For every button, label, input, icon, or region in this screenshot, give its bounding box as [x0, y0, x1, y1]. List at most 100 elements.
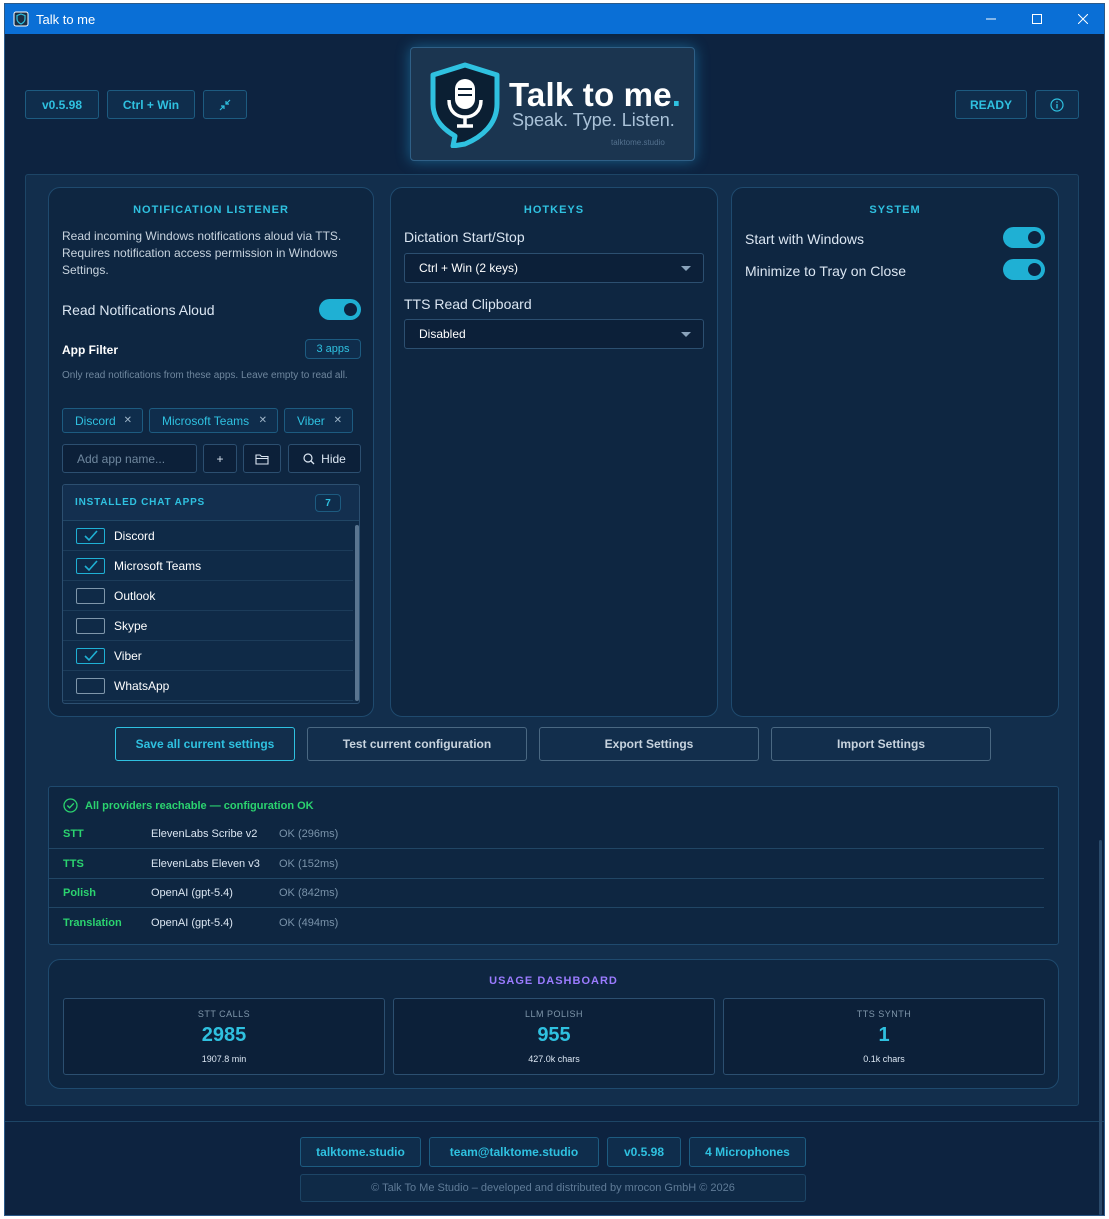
footer-email-link[interactable]: team@talktome.studio [429, 1137, 599, 1167]
app-name: Skype [114, 618, 148, 633]
stat-label: LLM POLISH [524, 1009, 584, 1019]
version-chip[interactable]: v0.5.98 [25, 90, 99, 119]
installed-apps-header: INSTALLED CHAT APPS 7 [63, 485, 359, 521]
tag-label: Microsoft Teams [162, 413, 250, 428]
hotkeys-panel: HOTKEYS Dictation Start/Stop Ctrl + Win … [390, 187, 718, 717]
folder-icon [255, 453, 269, 465]
logo-title: Talk to me. [509, 76, 682, 113]
tts-clipboard-label: TTS Read Clipboard [404, 296, 532, 312]
test-configuration-button[interactable]: Test current configuration [307, 727, 527, 761]
dictation-hotkey-value: Ctrl + Win (2 keys) [419, 261, 519, 275]
status-result: OK (152ms) [279, 858, 339, 870]
start-with-windows-toggle[interactable] [1003, 227, 1045, 248]
stat-label: TTS SYNTH [856, 1009, 912, 1019]
add-app-input[interactable]: Add app name... [62, 444, 197, 473]
app-name: Microsoft Teams [114, 558, 202, 573]
checkbox-checked[interactable] [76, 647, 105, 664]
hide-button-label: Hide [321, 451, 346, 466]
chevron-down-icon [681, 332, 691, 337]
check-circle-icon [63, 798, 78, 813]
checkbox-checked[interactable] [76, 527, 105, 544]
provider-status-panel: All providers reachable — configuration … [48, 786, 1059, 945]
remove-tag-icon[interactable]: ✕ [124, 415, 132, 426]
tag-label: Viber [297, 413, 325, 428]
stat-value: 1 [878, 1024, 890, 1046]
footer-microphones-chip[interactable]: 4 Microphones [689, 1137, 806, 1167]
export-settings-button[interactable]: Export Settings [539, 727, 759, 761]
stat-sub: 427.0k chars [528, 1054, 580, 1064]
tag-discord: Discord ✕ [62, 408, 143, 433]
app-name: Viber [114, 648, 142, 663]
remove-tag-icon[interactable]: ✕ [334, 415, 342, 426]
search-icon [303, 452, 315, 464]
app-window: Talk to me v0.5.98 Ctrl + Win READY Talk… [4, 3, 1105, 1216]
status-row-translation: Translation OpenAI (gpt-5.4) OK (494ms) [49, 908, 1044, 938]
stat-value: 2985 [201, 1024, 247, 1046]
status-provider: OpenAI (gpt-5.4) [151, 887, 233, 899]
stat-tts-synth: TTS SYNTH 1 0.1k chars [723, 998, 1045, 1075]
stat-sub: 1907.8 min [201, 1054, 247, 1064]
window-scrollbar[interactable] [1099, 840, 1102, 1215]
usage-dashboard-panel: USAGE DASHBOARD STT CALLS 2985 1907.8 mi… [48, 959, 1059, 1089]
status-provider: OpenAI (gpt-5.4) [151, 917, 233, 929]
system-panel: SYSTEM Start with Windows Minimize to Tr… [731, 187, 1059, 717]
list-item-outlook[interactable]: Outlook [63, 581, 353, 611]
main-content: NOTIFICATION LISTENER Read incoming Wind… [25, 174, 1079, 1106]
checkbox-checked[interactable] [76, 557, 105, 574]
filter-hint: Only read notifications from these apps.… [62, 370, 348, 381]
status-chip: READY [955, 90, 1027, 119]
footer-copyright: © Talk To Me Studio – developed and dist… [300, 1174, 806, 1202]
hotkey-chip[interactable]: Ctrl + Win [107, 90, 195, 119]
status-row-stt: STT ElevenLabs Scribe v2 OK (296ms) [49, 819, 1044, 849]
installed-apps-count: 7 [315, 494, 341, 512]
status-provider: ElevenLabs Eleven v3 [151, 858, 260, 870]
footer-divider [5, 1121, 1104, 1122]
minimize-button[interactable] [968, 4, 1014, 34]
tts-clipboard-value: Disabled [419, 327, 466, 341]
checkbox-unchecked[interactable] [76, 617, 105, 634]
hide-button[interactable]: Hide [288, 444, 361, 473]
dictation-hotkey-select[interactable]: Ctrl + Win (2 keys) [404, 253, 704, 283]
status-key: STT [63, 828, 84, 840]
checkbox-unchecked[interactable] [76, 587, 105, 604]
list-scrollbar[interactable] [355, 525, 359, 701]
tag-label: Discord [75, 413, 116, 428]
close-button[interactable] [1060, 4, 1104, 34]
remove-tag-icon[interactable]: ✕ [259, 415, 267, 426]
info-button[interactable] [1035, 90, 1079, 119]
status-result: OK (296ms) [279, 828, 339, 840]
compact-mode-button[interactable] [203, 90, 247, 119]
close-icon [1078, 14, 1088, 24]
hotkeys-panel-title: HOTKEYS [523, 204, 585, 216]
installed-apps-title: INSTALLED CHAT APPS [75, 497, 206, 508]
list-item-whatsapp[interactable]: WhatsApp [63, 671, 353, 701]
list-item-viber[interactable]: Viber [63, 641, 353, 671]
save-settings-button[interactable]: Save all current settings [115, 727, 295, 761]
stat-llm-polish: LLM POLISH 955 427.0k chars [393, 998, 715, 1075]
status-headline: All providers reachable — configuration … [85, 800, 314, 812]
read-aloud-toggle[interactable] [319, 299, 361, 320]
import-settings-button[interactable]: Import Settings [771, 727, 991, 761]
read-aloud-label: Read Notifications Aloud [62, 302, 215, 318]
footer-site-link[interactable]: talktome.studio [300, 1137, 421, 1167]
status-row-polish: Polish OpenAI (gpt-5.4) OK (842ms) [49, 878, 1044, 908]
installed-apps-list[interactable]: INSTALLED CHAT APPS 7 Discord Microsoft … [62, 484, 360, 704]
logo-banner: Talk to me. Speak. Type. Listen. talktom… [410, 47, 695, 161]
notification-panel-title: NOTIFICATION LISTENER [133, 204, 289, 216]
usage-dashboard-title: USAGE DASHBOARD [489, 975, 618, 987]
app-name: Discord [114, 528, 155, 543]
status-provider: ElevenLabs Scribe v2 [151, 828, 258, 840]
status-result: OK (494ms) [279, 917, 339, 929]
list-item-skype[interactable]: Skype [63, 611, 353, 641]
tts-clipboard-select[interactable]: Disabled [404, 319, 704, 349]
list-item-discord[interactable]: Discord [63, 521, 353, 551]
stat-label: STT CALLS [197, 1009, 251, 1019]
maximize-button[interactable] [1014, 4, 1060, 34]
browse-folder-button[interactable] [243, 444, 281, 473]
list-item-microsoft-teams[interactable]: Microsoft Teams [63, 551, 353, 581]
checkbox-unchecked[interactable] [76, 677, 105, 694]
add-app-button[interactable]: + [203, 444, 237, 473]
minimize-to-tray-toggle[interactable] [1003, 259, 1045, 280]
title-bar[interactable]: Talk to me [5, 4, 1104, 34]
check-icon [84, 529, 98, 541]
